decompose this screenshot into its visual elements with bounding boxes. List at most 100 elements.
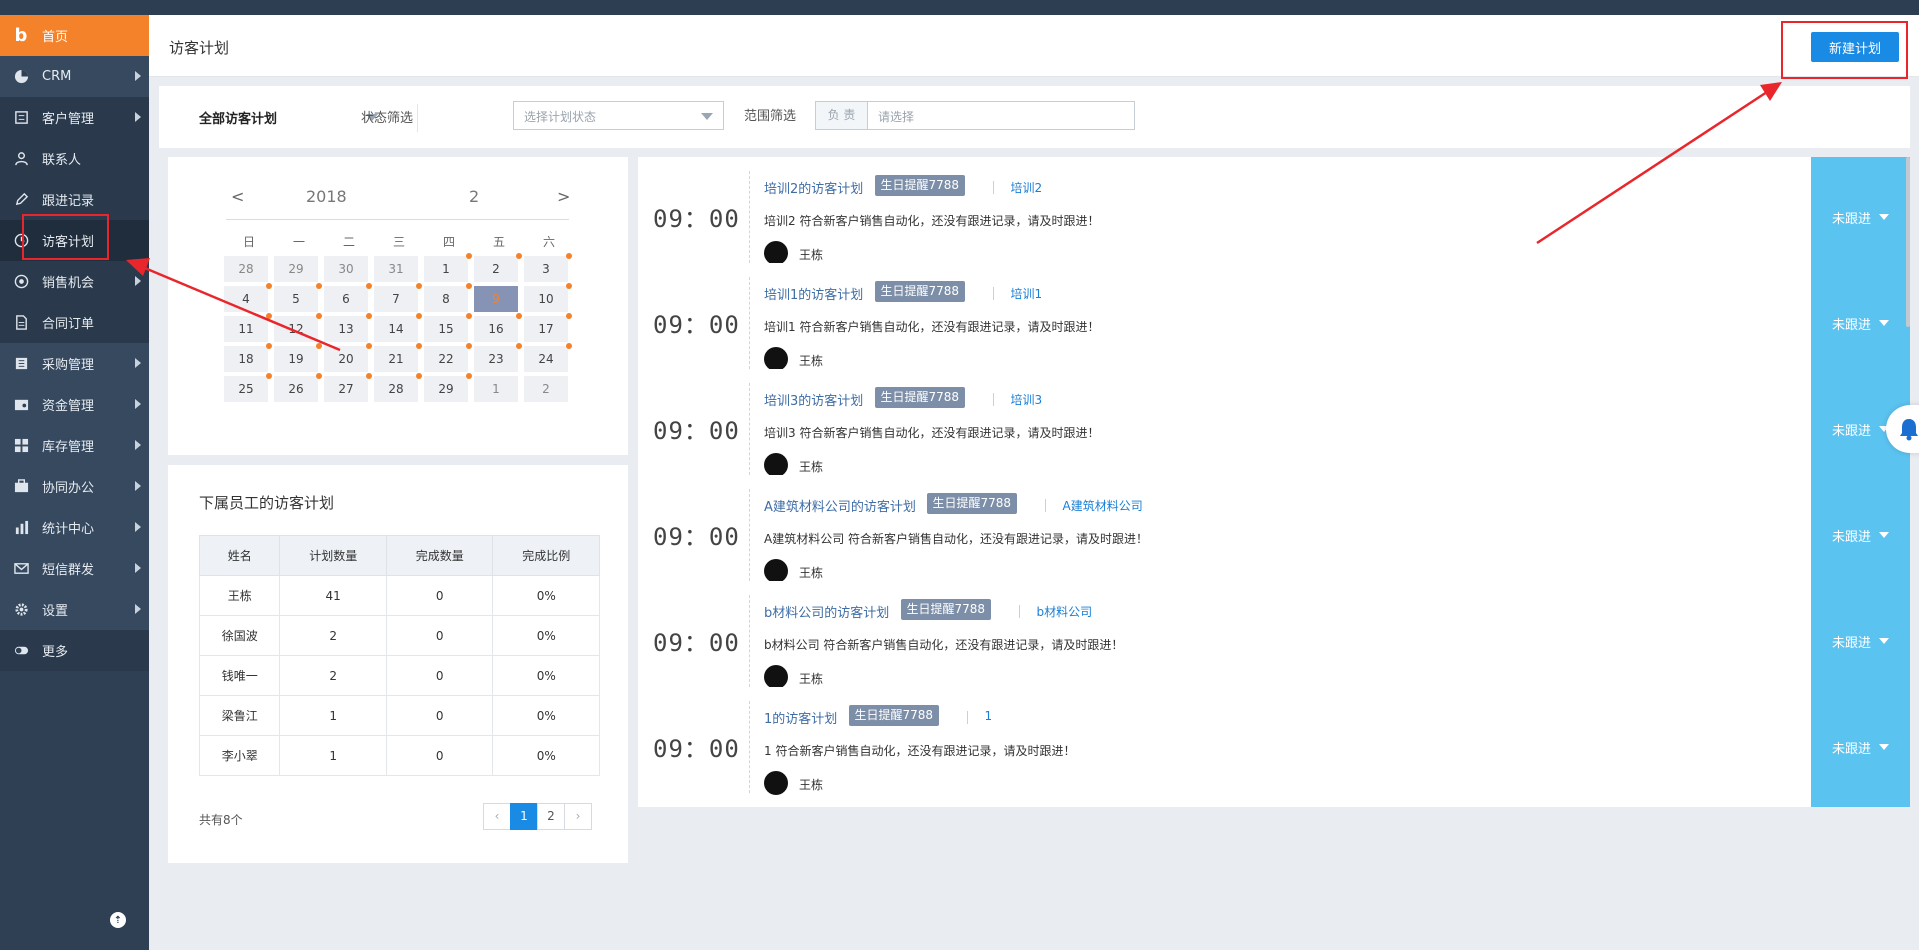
calendar-day-number: 29: [288, 262, 304, 276]
calendar-day[interactable]: 19: [274, 343, 322, 372]
sidebar-item-contracts[interactable]: 合同订单: [0, 302, 149, 343]
calendar-day[interactable]: 17: [524, 313, 572, 342]
calendar-day[interactable]: 28: [374, 373, 422, 402]
plan-card[interactable]: 09：00 A建筑材料公司的访客计划 生日提醒7788 A建筑材料公司 A建筑材料公司 …: [638, 475, 1910, 595]
calendar-day[interactable]: 16: [474, 313, 522, 342]
calendar-day[interactable]: 25: [224, 373, 272, 402]
plan-title[interactable]: 培训3的访客计划: [764, 390, 863, 409]
status-label: 未跟进: [1831, 423, 1871, 439]
calendar-day[interactable]: 21: [374, 343, 422, 372]
plan-title[interactable]: A建筑材料公司的访客计划: [764, 496, 916, 515]
calendar-day[interactable]: 12: [274, 313, 322, 342]
table-cell: 钱唯一: [198, 655, 281, 696]
sidebar-item-opportunity[interactable]: 销售机会: [0, 261, 149, 302]
plan-description: 培训1 符合新客户销售自动化，还没有跟进记录，请及时跟进！: [764, 320, 1100, 334]
table-row: 徐国波 2 0 0%: [198, 615, 600, 656]
calendar-day[interactable]: 8: [424, 283, 472, 312]
calendar-day[interactable]: 14: [374, 313, 422, 342]
plan-title[interactable]: b材料公司的访客计划: [764, 602, 889, 621]
next-month-button[interactable]: >: [557, 187, 570, 206]
status-dropdown[interactable]: 未跟进: [1811, 581, 1910, 701]
owner-name: 王栋: [799, 354, 824, 368]
chevron-right-icon[interactable]: ›: [564, 803, 592, 830]
sidebar-item-purchase[interactable]: 采购管理: [0, 343, 149, 384]
calendar-day[interactable]: 4: [224, 283, 272, 312]
calendar-day[interactable]: 15: [424, 313, 472, 342]
prev-month-button[interactable]: <: [231, 187, 244, 206]
sidebar-item-home[interactable]: b 首页: [0, 15, 149, 56]
plan-card[interactable]: 09：00 培训3的访客计划 生日提醒7788 培训3 培训3 符合新客户销售自动化，还…: [638, 369, 1910, 489]
status-dropdown[interactable]: 未跟进: [1811, 157, 1910, 277]
status-select[interactable]: 选择计划状态: [513, 101, 724, 130]
sidebar-item-stats[interactable]: 统计中心: [0, 507, 149, 548]
calendar-day[interactable]: 29: [424, 373, 472, 402]
page-1-button[interactable]: 1: [510, 803, 538, 830]
customer-link[interactable]: 培训1: [1011, 285, 1043, 302]
calendar-day[interactable]: 5: [274, 283, 322, 312]
birthday-badge: 生日提醒7788: [874, 175, 966, 196]
plan-title[interactable]: 1的访客计划: [764, 708, 837, 727]
sidebar-item-label: 设置: [42, 604, 69, 619]
calendar-day[interactable]: 29: [274, 256, 318, 282]
pin-icon[interactable]: ⇡: [110, 912, 126, 928]
calendar-day[interactable]: 20: [324, 343, 372, 372]
page-2-button[interactable]: 2: [537, 803, 565, 830]
calendar-day[interactable]: 2: [474, 253, 522, 282]
customer-link[interactable]: 培训3: [1011, 391, 1043, 408]
calendar-day-selected[interactable]: 9: [474, 286, 518, 312]
plan-card[interactable]: 09：00 1的访客计划 生日提醒7788 1 1 符合新客户销售自动化，还没有跟进记录…: [638, 687, 1910, 807]
calendar-day[interactable]: 7: [374, 283, 422, 312]
calendar-day[interactable]: 1: [424, 253, 472, 282]
calendar-day[interactable]: 22: [424, 343, 472, 372]
plan-dot-marker: [516, 313, 522, 319]
calendar-day[interactable]: 10: [524, 283, 572, 312]
scope-dropdown[interactable]: 全部访客计划: [199, 108, 277, 127]
calendar-day-number: 8: [442, 292, 450, 306]
calendar-day-number: 6: [342, 292, 350, 306]
calendar-day[interactable]: 11: [224, 313, 272, 342]
calendar-day[interactable]: 1: [474, 376, 518, 402]
sidebar-item-crm[interactable]: CRM: [0, 56, 149, 97]
table-cell: 0: [385, 735, 494, 776]
sidebar-item-contacts[interactable]: 联系人: [0, 138, 149, 179]
calendar-day[interactable]: 27: [324, 373, 372, 402]
sidebar-item-office[interactable]: 协同办公: [0, 466, 149, 507]
chevron-left-icon[interactable]: ‹: [483, 803, 511, 830]
sidebar-item-finance[interactable]: 资金管理: [0, 384, 149, 425]
sidebar-item-customers[interactable]: 客户管理: [0, 97, 149, 138]
calendar-day[interactable]: 31: [374, 256, 418, 282]
status-dropdown[interactable]: 未跟进: [1811, 263, 1910, 383]
sidebar-item-inventory[interactable]: 库存管理: [0, 425, 149, 466]
sidebar-item-label: 统计中心: [42, 522, 95, 537]
calendar-day[interactable]: 2: [524, 376, 568, 402]
sidebar-item-more[interactable]: 更多: [0, 630, 149, 671]
plan-card[interactable]: 09：00 培训1的访客计划 生日提醒7788 培训1 培训1 符合新客户销售自动化，还…: [638, 263, 1910, 383]
table-cell: 梁鲁江: [198, 695, 281, 736]
calendar-day[interactable]: 24: [524, 343, 572, 372]
customer-link[interactable]: A建筑材料公司: [1063, 497, 1143, 514]
sidebar-item-sms[interactable]: 短信群发: [0, 548, 149, 589]
birthday-badge: 生日提醒7788: [874, 387, 966, 408]
calendar-day[interactable]: 28: [224, 256, 268, 282]
briefcase-icon: [12, 478, 30, 496]
calendar-day[interactable]: 3: [524, 253, 572, 282]
calendar-day[interactable]: 30: [324, 256, 368, 282]
range-select[interactable]: 负 责 请选择: [815, 101, 1135, 130]
plan-title[interactable]: 培训1的访客计划: [764, 284, 863, 303]
plan-title[interactable]: 培训2的访客计划: [764, 178, 863, 197]
calendar-day[interactable]: 23: [474, 343, 522, 372]
status-dropdown[interactable]: 未跟进: [1811, 475, 1910, 595]
calendar-day[interactable]: 18: [224, 343, 272, 372]
plan-card[interactable]: 09：00 b材料公司的访客计划 生日提醒7788 b材料公司 b材料公司 符合新客户销…: [638, 581, 1910, 701]
customer-link[interactable]: b材料公司: [1037, 603, 1093, 620]
calendar-day[interactable]: 26: [274, 373, 322, 402]
calendar-day[interactable]: 6: [324, 283, 372, 312]
plan-card[interactable]: 09：00 培训2的访客计划 生日提醒7788 培训2 培训2 符合新客户销售自动化，还…: [638, 157, 1910, 277]
scrollbar[interactable]: [1906, 157, 1910, 327]
customer-link[interactable]: 培训2: [1011, 179, 1043, 196]
sidebar-item-label: 库存管理: [42, 440, 95, 455]
customer-link[interactable]: 1: [985, 709, 993, 723]
sidebar-item-settings[interactable]: 设置: [0, 589, 149, 630]
calendar-day[interactable]: 13: [324, 313, 372, 342]
status-dropdown[interactable]: 未跟进: [1811, 687, 1910, 807]
